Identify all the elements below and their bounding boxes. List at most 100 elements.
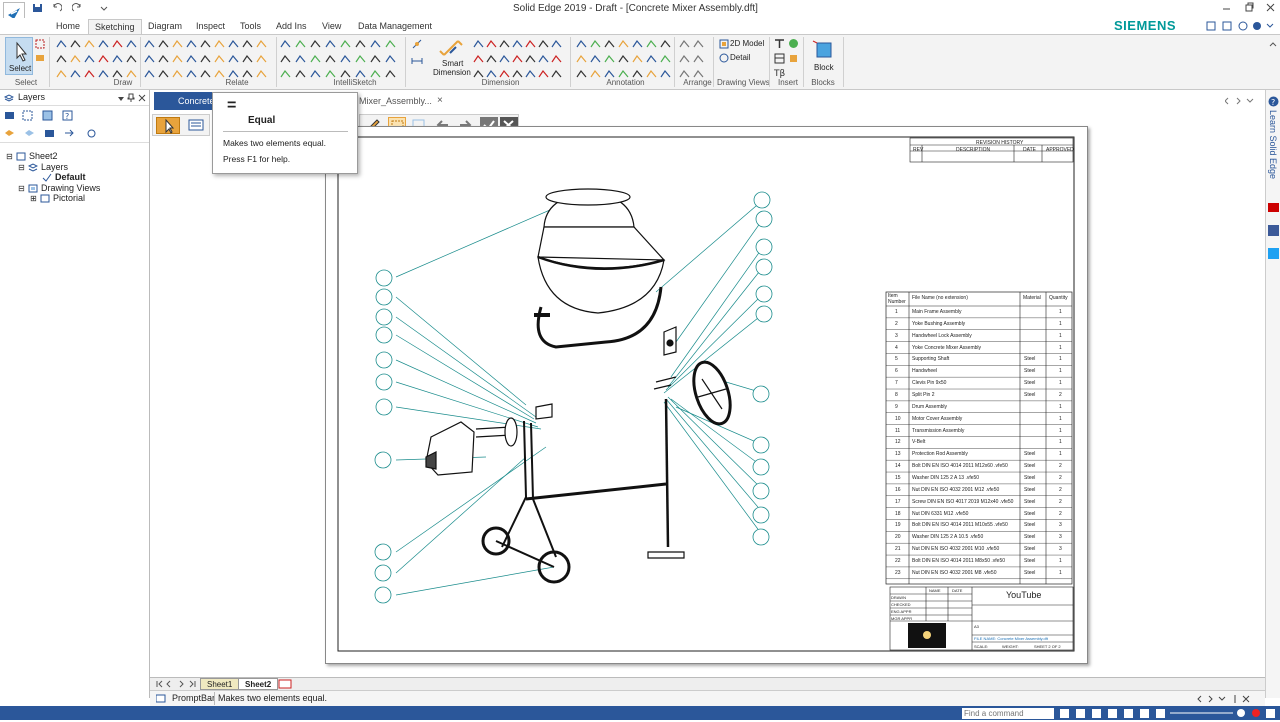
symmetric-icon[interactable]	[525, 39, 536, 49]
line-icon[interactable]	[56, 39, 67, 49]
layer-properties-icon[interactable]	[42, 110, 53, 121]
radial-icon[interactable]	[499, 39, 510, 49]
help-circle-icon[interactable]: ?	[1268, 96, 1279, 107]
tangent-icon[interactable]	[186, 69, 197, 79]
snap-on-icon[interactable]	[370, 39, 381, 49]
polygon-icon[interactable]	[56, 54, 67, 64]
collinear-icon[interactable]	[256, 54, 267, 64]
select-button[interactable]: Select	[5, 37, 33, 75]
leader-icon[interactable]	[604, 39, 615, 49]
text-icon[interactable]	[774, 38, 785, 49]
bring-front-icon[interactable]	[679, 54, 690, 64]
connect-icon[interactable]	[144, 39, 155, 49]
connect-icon[interactable]	[144, 69, 155, 79]
horizontal-icon[interactable]	[158, 54, 169, 64]
concentric-icon[interactable]	[200, 54, 211, 64]
block-button[interactable]: Block	[808, 37, 838, 77]
baseline-icon[interactable]	[538, 39, 549, 49]
fill-icon[interactable]	[126, 39, 137, 49]
trim-icon[interactable]	[112, 54, 123, 64]
help-icon[interactable]: ?	[62, 110, 73, 121]
snap-end-icon[interactable]	[295, 54, 306, 64]
snap-mid-icon[interactable]	[310, 54, 321, 64]
offset-icon[interactable]	[56, 69, 67, 79]
send-back-icon[interactable]	[693, 54, 704, 64]
restore-icon[interactable]	[1245, 2, 1254, 12]
snap-tangent-icon[interactable]	[340, 39, 351, 49]
callout-icon[interactable]	[576, 54, 587, 64]
fit-view-icon[interactable]	[22, 110, 33, 121]
tangent-icon[interactable]	[186, 39, 197, 49]
snap-on-icon[interactable]	[370, 54, 381, 64]
add-sheet-icon[interactable]	[278, 679, 292, 689]
activate-layer-icon[interactable]	[44, 128, 55, 139]
weld-icon[interactable]	[646, 39, 657, 49]
snap-intersect-icon[interactable]	[355, 39, 366, 49]
quick-pick-icon[interactable]	[35, 53, 45, 63]
snap-point-icon[interactable]	[280, 54, 291, 64]
chain-icon[interactable]	[551, 69, 562, 79]
select-tool-button[interactable]	[156, 117, 180, 134]
snap-point-icon[interactable]	[280, 69, 291, 79]
symmetric-icon[interactable]	[525, 54, 536, 64]
snap-silhouette-icon[interactable]	[385, 39, 396, 49]
snap-intersect-icon[interactable]	[355, 54, 366, 64]
perpendicular-icon[interactable]	[242, 39, 253, 49]
promptbar-controls[interactable]	[1197, 694, 1263, 704]
coordinate-icon[interactable]	[473, 39, 484, 49]
collapse-icon[interactable]: ⊟	[18, 163, 25, 172]
angular-icon[interactable]	[486, 39, 497, 49]
feature-control-icon[interactable]	[618, 54, 629, 64]
surface-texture-icon[interactable]	[660, 54, 671, 64]
youtube-icon[interactable]	[1268, 202, 1279, 213]
pane-close-icon[interactable]	[138, 93, 146, 102]
baseline-icon[interactable]	[538, 69, 549, 79]
angular-icon[interactable]	[486, 54, 497, 64]
quick-access-customize-icon[interactable]	[100, 3, 108, 11]
send-back-icon[interactable]	[693, 39, 704, 49]
snap-center-icon[interactable]	[325, 54, 336, 64]
chamfer-icon[interactable]	[512, 39, 523, 49]
arc-icon[interactable]	[70, 39, 81, 49]
doc-tab-second[interactable]: Mixer_Assembly...	[359, 96, 432, 106]
doc-tab-active[interactable]: Concrete	[154, 92, 215, 110]
tab-data-management[interactable]: Data Management	[352, 19, 438, 34]
chamfer-icon[interactable]	[512, 54, 523, 64]
lock-icon[interactable]	[214, 54, 225, 64]
chain-icon[interactable]	[551, 54, 562, 64]
list-button[interactable]	[185, 117, 207, 134]
snap-silhouette-icon[interactable]	[385, 69, 396, 79]
snap-silhouette-icon[interactable]	[385, 54, 396, 64]
collapse-icon[interactable]: ⊟	[6, 152, 13, 161]
extend-icon[interactable]	[126, 54, 137, 64]
hyperlink-icon[interactable]	[788, 53, 799, 64]
collinear-icon[interactable]	[256, 39, 267, 49]
callout-icon[interactable]	[576, 39, 587, 49]
callout-icon[interactable]	[576, 69, 587, 79]
concentric-icon[interactable]	[200, 69, 211, 79]
table-icon[interactable]	[774, 53, 785, 64]
horizontal-icon[interactable]	[158, 69, 169, 79]
tree-item-pictorial[interactable]: ⊞ Pictorial	[30, 193, 130, 204]
snap-end-icon[interactable]	[295, 39, 306, 49]
snap-point-icon[interactable]	[280, 39, 291, 49]
redo-icon[interactable]	[71, 3, 82, 13]
tree-item-sheet[interactable]: ⊟ Sheet2	[6, 151, 146, 162]
bring-front-icon[interactable]	[679, 39, 690, 49]
drawing-sheet[interactable]: REVISION HISTORY REV DESCRIPTION DATE AP…	[325, 126, 1088, 664]
smart-dimension-button[interactable]: Smart Dimension	[433, 37, 471, 77]
circle-icon[interactable]	[98, 39, 109, 49]
horizontal-icon[interactable]	[158, 39, 169, 49]
expand-icon[interactable]: ⊞	[30, 194, 37, 203]
ribbon-collapse-icon[interactable]	[1268, 39, 1278, 47]
snap-tangent-icon[interactable]	[340, 54, 351, 64]
rectangle-icon[interactable]	[112, 39, 123, 49]
twitter-icon[interactable]	[1268, 248, 1279, 259]
tree-item-default[interactable]: Default	[42, 172, 122, 183]
symmetric-icon[interactable]	[525, 69, 536, 79]
datum-icon[interactable]	[632, 39, 643, 49]
find-command-input[interactable]	[962, 708, 1054, 719]
parallel-icon[interactable]	[172, 54, 183, 64]
balloon-icon[interactable]	[590, 54, 601, 64]
collapse-icon[interactable]: ⊟	[18, 184, 25, 193]
